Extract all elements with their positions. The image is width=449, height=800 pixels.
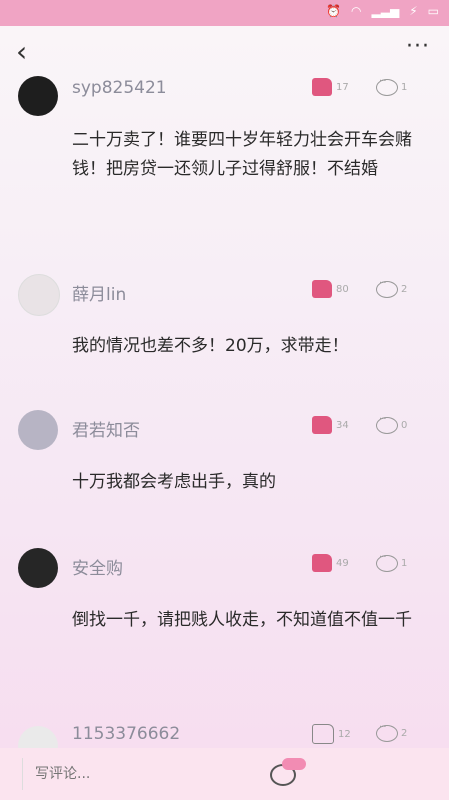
comment-username[interactable]: 君若知否: [72, 416, 140, 441]
thumbs-up-icon: [312, 280, 332, 298]
comment-username[interactable]: 薛月lin: [72, 280, 126, 305]
reply-button[interactable]: 1: [376, 76, 408, 96]
back-button[interactable]: ‹: [16, 38, 40, 66]
reply-button[interactable]: 2: [376, 722, 408, 742]
like-count: 12: [338, 728, 351, 740]
comment-bubble-icon: [376, 552, 398, 572]
status-icons: ⏰ ◠ ▂▃▅ ⚡ ▭: [326, 4, 439, 18]
reply-button[interactable]: 0: [376, 414, 408, 434]
comment-username[interactable]: syp825421: [72, 78, 167, 98]
comment-input[interactable]: [22, 758, 277, 790]
comment-username[interactable]: 1153376662: [72, 724, 180, 744]
more-icon: ···: [406, 34, 430, 59]
like-count: 49: [336, 557, 349, 569]
like-count: 17: [336, 81, 349, 93]
avatar[interactable]: [18, 548, 58, 588]
like-button[interactable]: 80: [312, 280, 349, 298]
status-bar: ⏰ ◠ ▂▃▅ ⚡ ▭: [0, 0, 449, 26]
reply-button[interactable]: 1: [376, 552, 408, 572]
thumbs-up-icon: [312, 724, 334, 744]
comment-username[interactable]: 安全购: [72, 554, 123, 579]
avatar[interactable]: [18, 76, 58, 116]
comment-bubble-icon: [376, 76, 398, 96]
thumbs-up-icon: [312, 554, 332, 572]
reply-count: 1: [401, 82, 408, 93]
comment-text: 二十万卖了！谁要四十岁年轻力壮会开车会赌钱！把房贷一还领儿子过得舒服！不结婚: [72, 130, 412, 179]
comments-button[interactable]: [268, 758, 306, 786]
alarm-icon: ⏰: [326, 4, 342, 18]
wifi-icon: ◠: [351, 4, 362, 18]
like-button[interactable]: 12: [312, 724, 351, 744]
charging-icon: ⚡: [409, 4, 418, 18]
like-button[interactable]: 34: [312, 416, 349, 434]
nav-bar: ‹ ···: [0, 26, 449, 76]
comment-bubble-icon: [376, 722, 398, 742]
thumbs-up-icon: [312, 78, 332, 96]
reply-count: 1: [401, 558, 408, 569]
chevron-left-icon: ‹: [16, 35, 28, 68]
more-options-button[interactable]: ···: [403, 36, 433, 64]
like-count: 34: [336, 419, 349, 431]
comment-bubble-icon: [376, 414, 398, 434]
comment-text: 十万我都会考虑出手，真的: [72, 472, 276, 492]
comment-count-badge: [282, 758, 306, 770]
battery-icon: ▭: [427, 4, 439, 18]
bottom-bar: [0, 748, 449, 800]
reply-button[interactable]: 2: [376, 278, 408, 298]
comment-text: 倒找一千，请把贱人收走，不知道值不值一千: [72, 610, 412, 630]
avatar[interactable]: [18, 410, 58, 450]
thumbs-up-icon: [312, 416, 332, 434]
avatar[interactable]: [18, 274, 60, 316]
signal-icon: ▂▃▅: [371, 4, 400, 18]
reply-count: 0: [401, 420, 408, 431]
comment-text: 我的情况也差不多！20万，求带走！: [72, 336, 349, 356]
reply-count: 2: [401, 284, 408, 295]
comment-bubble-icon: [376, 278, 398, 298]
like-button[interactable]: 17: [312, 78, 349, 96]
like-button[interactable]: 49: [312, 554, 349, 572]
like-count: 80: [336, 283, 349, 295]
reply-count: 2: [401, 728, 408, 739]
